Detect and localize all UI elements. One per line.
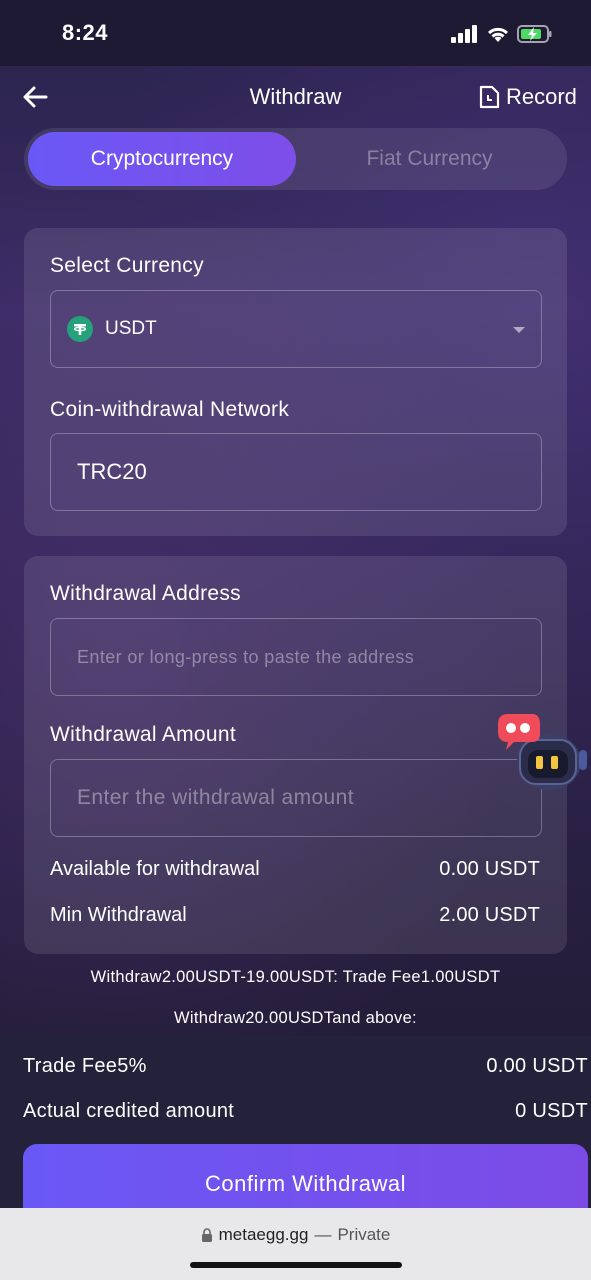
min-withdrawal-value: 2.00 USDT bbox=[439, 904, 540, 926]
credited-row: Actual credited amount 0 USDT bbox=[23, 1100, 588, 1123]
record-document-icon bbox=[479, 85, 500, 109]
record-button[interactable]: Record bbox=[478, 84, 577, 110]
nav-bar: Withdraw Record bbox=[0, 66, 591, 128]
amount-field bbox=[50, 759, 542, 837]
status-icons bbox=[451, 22, 553, 46]
min-withdrawal-label: Min Withdrawal bbox=[50, 904, 187, 926]
credited-label: Actual credited amount bbox=[23, 1100, 235, 1122]
min-withdrawal-row: Min Withdrawal 2.00 USDT bbox=[50, 904, 540, 927]
network-field[interactable]: TRC20 bbox=[50, 433, 542, 511]
fee-notice-2: Withdraw20.00USDTand above: bbox=[174, 1009, 417, 1027]
lock-icon bbox=[201, 1228, 212, 1242]
url-domain: metaegg.gg bbox=[218, 1225, 309, 1244]
currency-select[interactable]: USDT bbox=[50, 290, 542, 368]
cellular-signal-icon bbox=[451, 25, 477, 43]
currency-type-tabs: Cryptocurrency Fiat Currency bbox=[24, 128, 567, 190]
battery-charging-icon bbox=[517, 25, 552, 43]
selected-currency: USDT bbox=[105, 318, 157, 339]
status-time: 8:24 bbox=[62, 20, 109, 45]
url-display: metaegg.gg — Private bbox=[0, 1225, 591, 1245]
withdrawal-address-label: Withdrawal Address bbox=[50, 582, 241, 605]
select-currency-label: Select Currency bbox=[50, 254, 204, 277]
tab-fiat-currency[interactable]: Fiat Currency bbox=[296, 132, 563, 186]
withdraw-card: Withdrawal Address Withdrawal Amount Ava… bbox=[24, 556, 567, 954]
network-value: TRC20 bbox=[77, 459, 147, 484]
trade-fee-row: Trade Fee5% 0.00 USDT bbox=[23, 1055, 588, 1078]
record-label: Record bbox=[506, 84, 577, 109]
network-label: Coin-withdrawal Network bbox=[50, 398, 290, 421]
usdt-icon bbox=[67, 316, 93, 342]
available-value: 0.00 USDT bbox=[439, 858, 540, 880]
available-row: Available for withdrawal 0.00 USDT bbox=[50, 858, 540, 881]
address-field bbox=[50, 618, 542, 696]
credited-value: 0 USDT bbox=[515, 1100, 588, 1122]
home-indicator bbox=[190, 1262, 402, 1268]
chevron-down-icon bbox=[513, 327, 525, 333]
currency-card: Select Currency USDT Coin-withdrawal Net… bbox=[24, 228, 567, 536]
withdrawal-amount-label: Withdrawal Amount bbox=[50, 723, 237, 746]
trade-fee-value: 0.00 USDT bbox=[486, 1055, 588, 1077]
amount-input[interactable] bbox=[51, 760, 541, 836]
available-label: Available for withdrawal bbox=[50, 858, 260, 880]
support-bot-icon[interactable] bbox=[494, 710, 591, 792]
private-mode-label: Private bbox=[337, 1225, 391, 1244]
wifi-icon bbox=[487, 27, 509, 42]
status-bar: 8:24 bbox=[0, 0, 591, 66]
address-input[interactable] bbox=[51, 619, 541, 695]
trade-fee-label: Trade Fee5% bbox=[23, 1055, 147, 1077]
fee-notice-1: Withdraw2.00USDT-19.00USDT: Trade Fee1.0… bbox=[90, 968, 501, 986]
tab-cryptocurrency[interactable]: Cryptocurrency bbox=[28, 132, 296, 186]
url-separator: — bbox=[314, 1225, 332, 1244]
browser-address-bar[interactable]: metaegg.gg — Private bbox=[0, 1208, 591, 1280]
